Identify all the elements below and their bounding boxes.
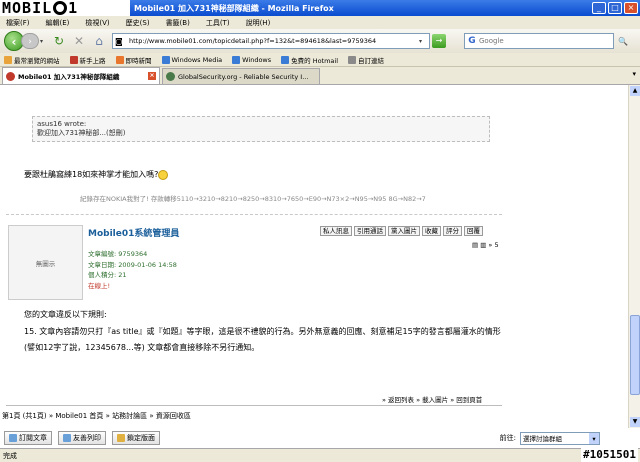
reply-button[interactable]: 回覆 xyxy=(464,226,483,236)
history-dropdown-icon[interactable]: ▾ xyxy=(40,38,48,45)
warning-body: 15. 文章內容請勿只打『as title』或『如題』等字眼，這是很不禮貌的行為… xyxy=(24,327,501,352)
status-bar: 完成 xyxy=(0,448,640,462)
post-action-buttons: 私人訊息 引用通話 黨入圖片 收藏 評分 回覆 xyxy=(320,226,483,236)
tab-list-icon[interactable]: ▾ xyxy=(632,70,636,84)
print-icon xyxy=(63,434,71,442)
post-divider xyxy=(6,214,502,215)
quote-button[interactable]: 引用通話 xyxy=(354,226,386,236)
maximize-button[interactable]: □ xyxy=(608,2,622,14)
vertical-scrollbar[interactable]: ▲ ▼ xyxy=(628,85,640,428)
jump-label: 前往: xyxy=(499,434,516,442)
private-message-button[interactable]: 私人訊息 xyxy=(320,226,352,236)
search-icon[interactable]: 🔍 xyxy=(616,37,630,46)
forward-icon[interactable]: › xyxy=(21,33,39,49)
bookmark-windows-media[interactable]: Windows Media xyxy=(161,55,222,64)
go-icon[interactable]: → xyxy=(432,34,446,48)
tab-mobile01[interactable]: Mobile01 加入731神秘部隊組織 × xyxy=(2,67,160,84)
username-link[interactable]: Mobile01系統管理員 xyxy=(88,226,179,239)
bookmark-most-visited[interactable]: 最常瀏覽的網站 xyxy=(4,55,60,65)
menu-bookmarks[interactable]: 書籤(B) xyxy=(166,18,190,28)
windows-icon xyxy=(281,55,290,64)
close-tab-icon[interactable]: × xyxy=(148,72,156,80)
menu-bar: 檔案(F) 編輯(E) 檢視(V) 歷史(S) 書籤(B) 工具(T) 說明(H… xyxy=(0,16,640,29)
page-content: asus16 wrote: 歡迎加入731神秘部...(恕刪) 要跟杜鵑窩練18… xyxy=(0,85,628,428)
image-stamp: #1051501 xyxy=(581,448,638,462)
post-bottom-divider xyxy=(6,405,502,406)
globalsecurity-favicon xyxy=(166,72,175,81)
bookmark-icon xyxy=(4,55,12,64)
post-number-link[interactable]: ▤ ▥ » 5 xyxy=(472,241,499,249)
windows-icon xyxy=(161,55,170,64)
scrollbar-thumb[interactable] xyxy=(630,315,640,395)
menu-edit[interactable]: 編輯(E) xyxy=(46,18,70,28)
search-input[interactable] xyxy=(479,37,599,45)
reload-icon[interactable]: ↻ xyxy=(50,32,68,50)
window-controls: _ □ × xyxy=(592,2,638,14)
bottom-toolbar: 訂閱文章 友善列印 鎖定版面 前往: 選擇討論群組 ▾ xyxy=(0,428,640,448)
scroll-up-icon[interactable]: ▲ xyxy=(630,86,640,96)
menu-history[interactable]: 歷史(S) xyxy=(126,18,150,28)
user-signature: 紀錄存在NOKIA我對了! 存款轉移5110→3210→8210→8250→83… xyxy=(80,195,426,203)
bookmarks-bar: 最常瀏覽的網站 新手上路 即時新聞 Windows Media Windows … xyxy=(0,53,640,67)
smiley-icon xyxy=(158,169,169,180)
avatar: 無圖示 xyxy=(8,225,83,300)
url-dropdown-icon[interactable]: ▾ xyxy=(419,38,429,45)
google-icon[interactable]: G xyxy=(465,36,479,46)
tab-strip: Mobile01 加入731神秘部隊組織 × GlobalSecurity.or… xyxy=(0,67,640,85)
stop-icon[interactable]: ✕ xyxy=(70,32,88,50)
forum-jump: 前往: 選擇討論群組 ▾ xyxy=(499,431,600,445)
reply-text: 要跟杜鵑窩練18如來神掌才能加入嗎? xyxy=(24,169,169,180)
quote-text: 歡迎加入731神秘部...(恕刪) xyxy=(37,129,126,137)
lock-icon xyxy=(117,434,125,442)
bookmark-custom-links[interactable]: 自訂連結 xyxy=(348,55,384,65)
scroll-down-icon[interactable]: ▼ xyxy=(630,417,640,427)
menu-view[interactable]: 檢視(V) xyxy=(85,18,109,28)
bookmark-icon xyxy=(69,55,78,64)
bookmark-hotmail[interactable]: 免費的 Hotmail xyxy=(281,55,338,65)
mobile01-favicon xyxy=(6,71,15,81)
menu-help[interactable]: 說明(H) xyxy=(246,18,271,28)
minimize-button[interactable]: _ xyxy=(592,2,606,14)
site-icon: ◙ xyxy=(115,36,123,46)
quote-block: asus16 wrote: 歡迎加入731神秘部...(恕刪) xyxy=(32,116,490,142)
url-bar[interactable]: ◙ http://www.mobile01.com/topicdetail.ph… xyxy=(112,33,430,49)
bookmark-news[interactable]: 即時新聞 xyxy=(115,55,152,65)
home-icon[interactable]: ⌂ xyxy=(90,32,108,50)
rss-icon xyxy=(115,55,124,64)
page-icon xyxy=(348,55,357,64)
online-status: 在線上! xyxy=(88,281,111,290)
lock-layout-button[interactable]: 鎖定版面 xyxy=(112,431,160,445)
window-title: Mobile01 加入731神秘部隊組織 - Mozilla Firefox xyxy=(134,3,334,13)
rate-button[interactable]: 評分 xyxy=(443,226,462,236)
menu-file[interactable]: 檔案(F) xyxy=(6,18,30,28)
user-info: 文章編號: 9759364 文章日期: 2009-01-06 14:58 個人積… xyxy=(88,250,177,290)
forum-select[interactable]: 選擇討論群組 ▾ xyxy=(520,431,600,445)
subscribe-button[interactable]: 訂閱文章 xyxy=(4,431,52,445)
watermark-logo: MOBIL 1 xyxy=(0,0,130,17)
subscribe-icon xyxy=(9,434,17,442)
favorite-button[interactable]: 收藏 xyxy=(422,226,441,236)
search-bar[interactable]: G xyxy=(464,33,614,49)
breadcrumb[interactable]: 第1頁 (共1頁) » Mobile01 首頁 » 站務討論區 » 資源回收區 xyxy=(2,411,191,421)
load-images-button[interactable]: 黨入圖片 xyxy=(388,226,420,236)
post-footer-links[interactable]: » 返回列表 » 載入圖片 » 回到頁首 xyxy=(382,394,482,404)
close-window-button[interactable]: × xyxy=(624,2,638,14)
navigation-toolbar: ‹ › ▾ ↻ ✕ ⌂ ◙ http://www.mobile01.com/to… xyxy=(0,29,640,53)
tab-globalsecurity[interactable]: GlobalSecurity.org - Reliable Security I… xyxy=(162,68,320,84)
windows-icon xyxy=(232,55,241,64)
bookmark-getting-started[interactable]: 新手上路 xyxy=(69,55,106,65)
warning-title: 您的文章違反以下規則: xyxy=(24,310,107,319)
url-text[interactable]: http://www.mobile01.com/topicdetail.php?… xyxy=(129,37,419,45)
quote-author: asus16 wrote: xyxy=(37,120,87,128)
print-button[interactable]: 友善列印 xyxy=(58,431,106,445)
chevron-down-icon[interactable]: ▾ xyxy=(589,432,599,444)
menu-tools[interactable]: 工具(T) xyxy=(206,18,230,28)
status-text: 完成 xyxy=(3,451,17,460)
bookmark-windows[interactable]: Windows xyxy=(232,55,271,64)
